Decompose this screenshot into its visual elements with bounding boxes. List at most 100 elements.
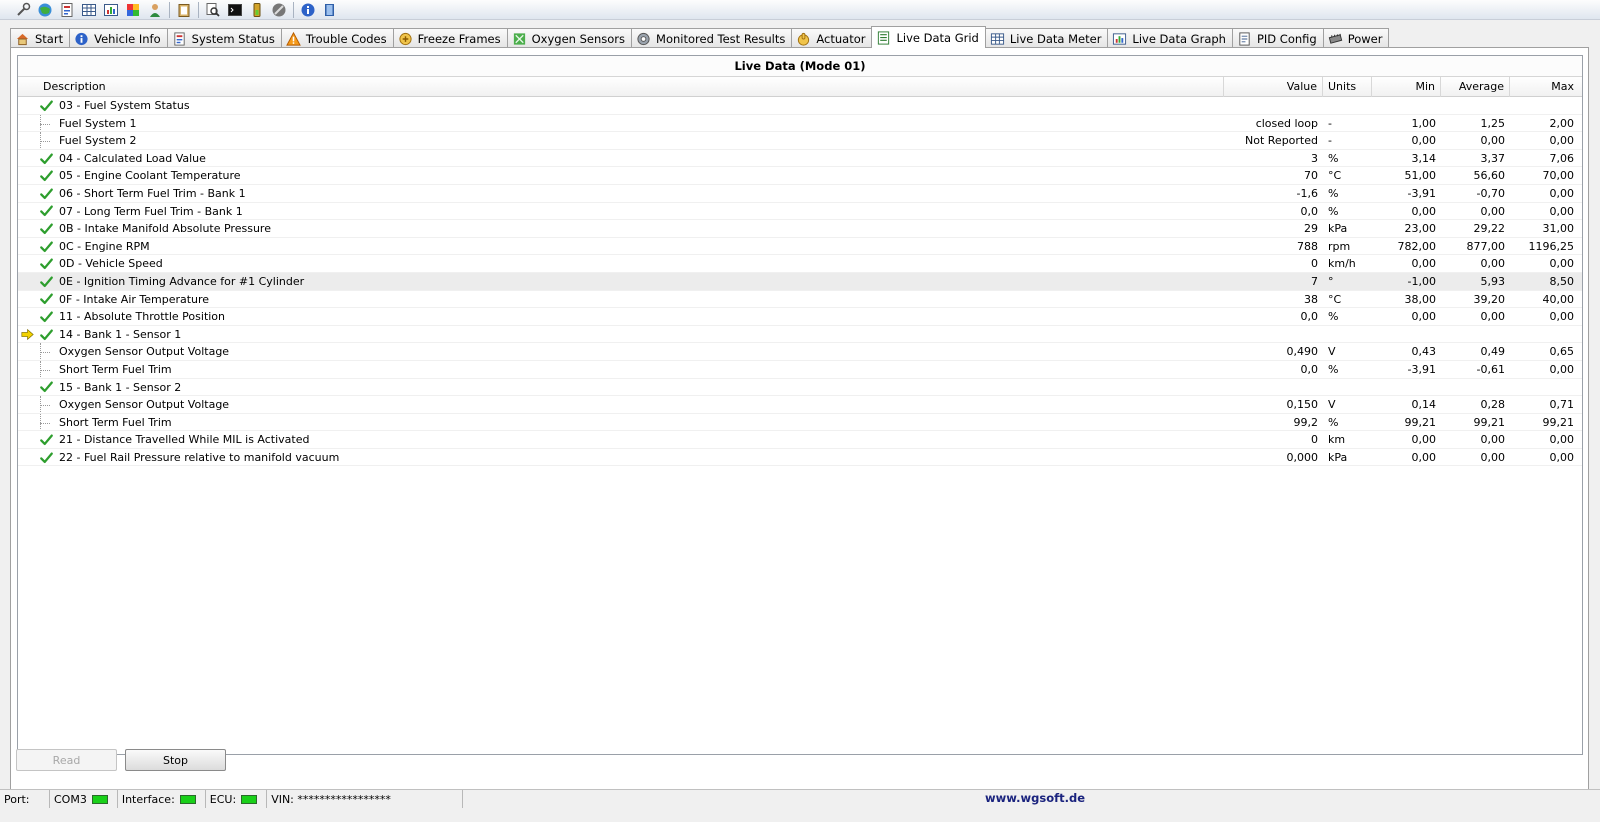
globe-toolbar-button[interactable] [34, 0, 56, 20]
tab-system-status[interactable]: System Status [166, 28, 282, 48]
table-row[interactable]: Fuel System 1 closed loop - 1,00 1,25 2,00 [18, 114, 1582, 133]
colors-toolbar-button[interactable] [122, 0, 144, 20]
check-icon[interactable] [36, 220, 56, 237]
check-icon[interactable] [36, 238, 56, 255]
check-icon[interactable] [36, 431, 56, 448]
table-row[interactable]: 0B - Intake Manifold Absolute Pressure 29… [18, 220, 1582, 238]
chart-toolbar-button[interactable] [100, 0, 122, 20]
tab-monitored-test-results[interactable]: Monitored Test Results [631, 28, 793, 48]
table-row[interactable]: Oxygen Sensor Output Voltage 0,490 V 0,43 0,… [18, 343, 1582, 361]
check-icon[interactable] [36, 291, 56, 308]
port-led [91, 794, 108, 804]
cell-units: km [1328, 433, 1346, 447]
check-icon[interactable] [36, 449, 56, 466]
table-row[interactable]: 21 - Distance Travelled While MIL is Act… [18, 431, 1582, 449]
column-header-description[interactable]: Description [18, 77, 1224, 97]
check-icon[interactable] [36, 167, 56, 184]
table-row[interactable]: 03 - Fuel System Status [18, 97, 1582, 115]
column-header-value[interactable]: Value [1224, 77, 1323, 97]
table-row[interactable]: Fuel System 2 Not Reported - 0,00 0,00 0,00 [18, 132, 1582, 150]
table-row[interactable]: 22 - Fuel Rail Pressure relative to mani… [18, 449, 1582, 467]
book-icon [325, 3, 334, 16]
cell-max: 8,50 [1549, 274, 1575, 288]
check-icon[interactable] [36, 185, 56, 202]
row-indicator [18, 273, 36, 290]
table-row[interactable]: 0C - Engine RPM 788 rpm 782,00 877,00 1196,25 [18, 238, 1582, 256]
user-toolbar-button[interactable] [144, 0, 166, 20]
check-icon[interactable] [36, 203, 56, 220]
table-row[interactable]: 0E - Ignition Timing Advance for #1 Cyli… [18, 272, 1582, 291]
report-icon [172, 31, 187, 46]
tab-oxygen-sensors[interactable]: Oxygen Sensors [506, 28, 633, 48]
cell-min [1372, 326, 1441, 343]
check-icon[interactable] [36, 273, 56, 290]
website-link[interactable]: www.wgsoft.de [985, 791, 1085, 805]
cell-max: 31,00 [1542, 222, 1575, 236]
clipboard-toolbar-button[interactable] [173, 0, 195, 20]
row-indicator [18, 203, 36, 220]
column-header-units[interactable]: Units [1323, 77, 1372, 97]
cell-max: 0,00 [1549, 362, 1575, 376]
tab-live-data-graph[interactable]: Live Data Graph [1107, 28, 1233, 48]
check-icon[interactable] [36, 308, 56, 325]
cell-value: 7 [1311, 274, 1318, 288]
column-header-min[interactable]: Min [1372, 77, 1441, 97]
cell-value: -1,6 [1296, 186, 1318, 200]
cell-units: % [1328, 204, 1339, 218]
table-row[interactable]: 05 - Engine Coolant Temperature 70 °C 51,00… [18, 167, 1582, 185]
interface-label: Interface: [121, 792, 175, 806]
wrench-icon [17, 2, 31, 16]
tab-label: System Status [191, 31, 275, 46]
report-toolbar-button[interactable] [56, 0, 78, 20]
tab-trouble-codes[interactable]: Trouble Codes [280, 28, 394, 48]
chart-icon [1112, 31, 1127, 46]
grid-toolbar-button[interactable] [78, 0, 100, 20]
table-row[interactable]: Oxygen Sensor Output Voltage 0,150 V 0,14 0,… [18, 396, 1582, 414]
tab-vehicle-info[interactable]: Vehicle Info [69, 28, 168, 48]
table-row[interactable]: Short Term Fuel Trim 0,0% -3,91 -0,61 0,00 [18, 360, 1582, 379]
tree-connector [36, 132, 56, 149]
tab-freeze-frames[interactable]: Freeze Frames [392, 28, 508, 48]
cell-average: 56,60 [1473, 169, 1506, 183]
tab-live-data-meter[interactable]: Live Data Meter [984, 28, 1109, 48]
check-icon[interactable] [36, 255, 56, 272]
cell-description: Fuel System 2 [18, 132, 1224, 149]
tab-live-data-grid[interactable]: Live Data Grid [871, 26, 986, 48]
terminal-icon [228, 3, 242, 16]
table-row[interactable]: 06 - Short Term Fuel Trim - Bank 1 -1,6% -… [18, 185, 1582, 203]
cell-average [1441, 97, 1510, 114]
table-row[interactable]: 04 - Calculated Load Value 3% 3,14 3,37 7,06 [18, 150, 1582, 168]
check-icon[interactable] [36, 97, 56, 114]
cell-description: Oxygen Sensor Output Voltage [18, 396, 1224, 413]
tab-actuator[interactable]: Actuator [791, 28, 873, 48]
check-icon[interactable] [36, 326, 56, 343]
tab-power[interactable]: Power [1322, 28, 1390, 48]
table-row[interactable]: 07 - Long Term Fuel Trim - Bank 1 0,0% 0,0… [18, 203, 1582, 221]
row-indicator [18, 343, 36, 360]
wrench-toolbar-button[interactable] [12, 0, 34, 20]
stop-button[interactable]: Stop [125, 749, 226, 771]
table-row[interactable]: 0F - Intake Air Temperature 38 °C 38,00 39,2… [18, 291, 1582, 309]
read-button[interactable]: Read [16, 749, 117, 771]
table-row[interactable]: 14 - Bank 1 - Sensor 1 [18, 326, 1582, 344]
cell-units: - [1328, 116, 1332, 130]
tab-pid-config[interactable]: PID Config [1231, 28, 1324, 48]
search-toolbar-button[interactable] [202, 0, 224, 20]
book-toolbar-button[interactable] [319, 0, 341, 20]
column-header-max[interactable]: Max [1510, 77, 1579, 97]
stop-toolbar-button[interactable] [268, 0, 290, 20]
grid-title: Live Data (Mode 01) [18, 56, 1582, 77]
terminal-toolbar-button[interactable] [224, 0, 246, 20]
battery-toolbar-button[interactable] [246, 0, 268, 20]
gear-icon [636, 31, 651, 46]
check-icon[interactable] [36, 379, 56, 396]
check-icon[interactable] [36, 150, 56, 167]
table-row[interactable]: Short Term Fuel Trim 99,2% 99,21 99,21 99,21 [18, 413, 1582, 432]
tab-start[interactable]: Start [10, 28, 71, 48]
info-toolbar-button[interactable] [297, 0, 319, 20]
table-row[interactable]: 15 - Bank 1 - Sensor 2 [18, 379, 1582, 397]
row-description: 0B - Intake Manifold Absolute Pressure [59, 222, 271, 236]
column-header-average[interactable]: Average [1441, 77, 1510, 97]
table-row[interactable]: 11 - Absolute Throttle Position 0,0% 0,00 0… [18, 308, 1582, 326]
table-row[interactable]: 0D - Vehicle Speed 0 km/h 0,00 0,00 0,00 [18, 255, 1582, 273]
